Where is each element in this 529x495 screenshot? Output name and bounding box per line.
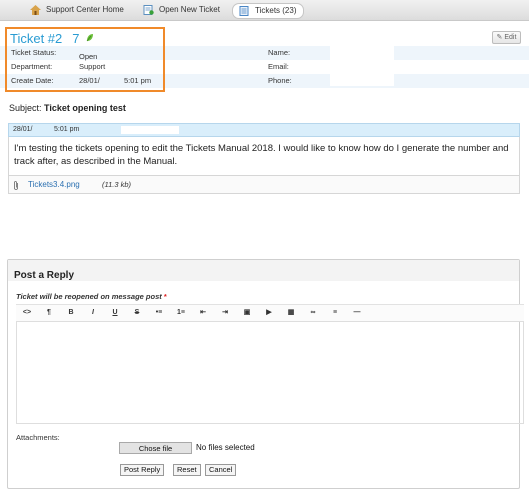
message-date: 28/01/ bbox=[13, 126, 33, 133]
video-icon[interactable]: ▶ bbox=[260, 305, 278, 321]
nav-support-center-home[interactable]: Support Center Home bbox=[24, 3, 130, 17]
ticket-header-highlight bbox=[5, 27, 165, 92]
required-mark: * bbox=[163, 292, 167, 301]
reopen-note: Ticket will be reopened on message post … bbox=[16, 292, 167, 301]
nav-label: Tickets (23) bbox=[255, 6, 297, 15]
reset-button[interactable]: Reset bbox=[173, 464, 201, 476]
reply-editor[interactable] bbox=[16, 321, 524, 424]
table-icon[interactable]: ▦ bbox=[282, 305, 300, 321]
attachment-link[interactable]: Tickets3.4.png bbox=[28, 176, 80, 193]
nav-open-new-ticket[interactable]: Open New Ticket bbox=[137, 3, 226, 17]
tickets-icon bbox=[239, 6, 249, 16]
message-body: I'm testing the tickets opening to edit … bbox=[8, 137, 520, 175]
attachment-size: (11.3 kb) bbox=[102, 180, 132, 189]
post-reply-button[interactable]: Post Reply bbox=[120, 464, 165, 476]
horizontal-rule-icon[interactable]: — bbox=[348, 305, 366, 321]
no-file-selected: No files selected bbox=[196, 443, 255, 452]
subject-value: Ticket opening test bbox=[44, 103, 126, 113]
image-icon[interactable]: ▣ bbox=[238, 305, 256, 321]
paragraph-icon[interactable]: ¶ bbox=[40, 305, 58, 321]
paperclip-icon bbox=[14, 181, 18, 190]
attachments-label: Attachments: bbox=[16, 433, 60, 442]
reply-title: Post a Reply bbox=[14, 270, 75, 281]
code-view-icon[interactable]: <> bbox=[18, 305, 36, 321]
subject-label: Subject: bbox=[9, 103, 42, 113]
edit-icon: ✎ bbox=[496, 34, 503, 41]
bullet-list-icon[interactable]: •≡ bbox=[150, 305, 168, 321]
reply-header bbox=[8, 260, 519, 281]
nav-label: Open New Ticket bbox=[159, 5, 220, 14]
redacted-poster bbox=[121, 126, 179, 134]
top-nav: Support Center Home Open New Ticket Tick… bbox=[0, 0, 529, 21]
indent-icon[interactable]: ⇥ bbox=[216, 305, 234, 321]
edit-label: Edit bbox=[504, 34, 517, 41]
message-attachment: Tickets3.4.png (11.3 kb) bbox=[8, 175, 520, 194]
email-label: Email: bbox=[268, 62, 289, 71]
message-header: 28/01/ 5:01 pm bbox=[8, 123, 520, 137]
choose-file-button[interactable]: Chose file bbox=[119, 442, 192, 454]
edit-button[interactable]: ✎ Edit bbox=[492, 31, 521, 44]
new-ticket-icon bbox=[143, 5, 154, 15]
name-label: Name: bbox=[268, 48, 291, 57]
strikethrough-icon[interactable]: S bbox=[128, 305, 146, 321]
align-icon[interactable]: ≡ bbox=[326, 305, 344, 321]
reopen-note-text: Ticket will be reopened on message post bbox=[16, 292, 162, 301]
post-reply-panel: Post a Reply Ticket will be reopened on … bbox=[7, 259, 524, 489]
nav-label: Support Center Home bbox=[46, 5, 124, 14]
bold-icon[interactable]: B bbox=[62, 305, 80, 321]
underline-icon[interactable]: U bbox=[106, 305, 124, 321]
numbered-list-icon[interactable]: 1≡ bbox=[172, 305, 190, 321]
phone-label: Phone: bbox=[268, 76, 292, 85]
redacted-contact-info bbox=[330, 46, 394, 86]
editor-toolbar: <> ¶ B I U S •≡ 1≡ ⇤ ⇥ ▣ ▶ ▦ ∞ ≡ — bbox=[16, 304, 524, 322]
message-time: 5:01 pm bbox=[54, 126, 80, 133]
link-icon[interactable]: ∞ bbox=[304, 305, 322, 321]
outdent-icon[interactable]: ⇤ bbox=[194, 305, 212, 321]
italic-icon[interactable]: I bbox=[84, 305, 102, 321]
cancel-button[interactable]: Cancel bbox=[205, 464, 237, 476]
nav-tickets[interactable]: Tickets (23) bbox=[232, 3, 304, 19]
home-icon bbox=[30, 5, 41, 15]
subject-line: Subject: Ticket opening test bbox=[9, 103, 126, 113]
